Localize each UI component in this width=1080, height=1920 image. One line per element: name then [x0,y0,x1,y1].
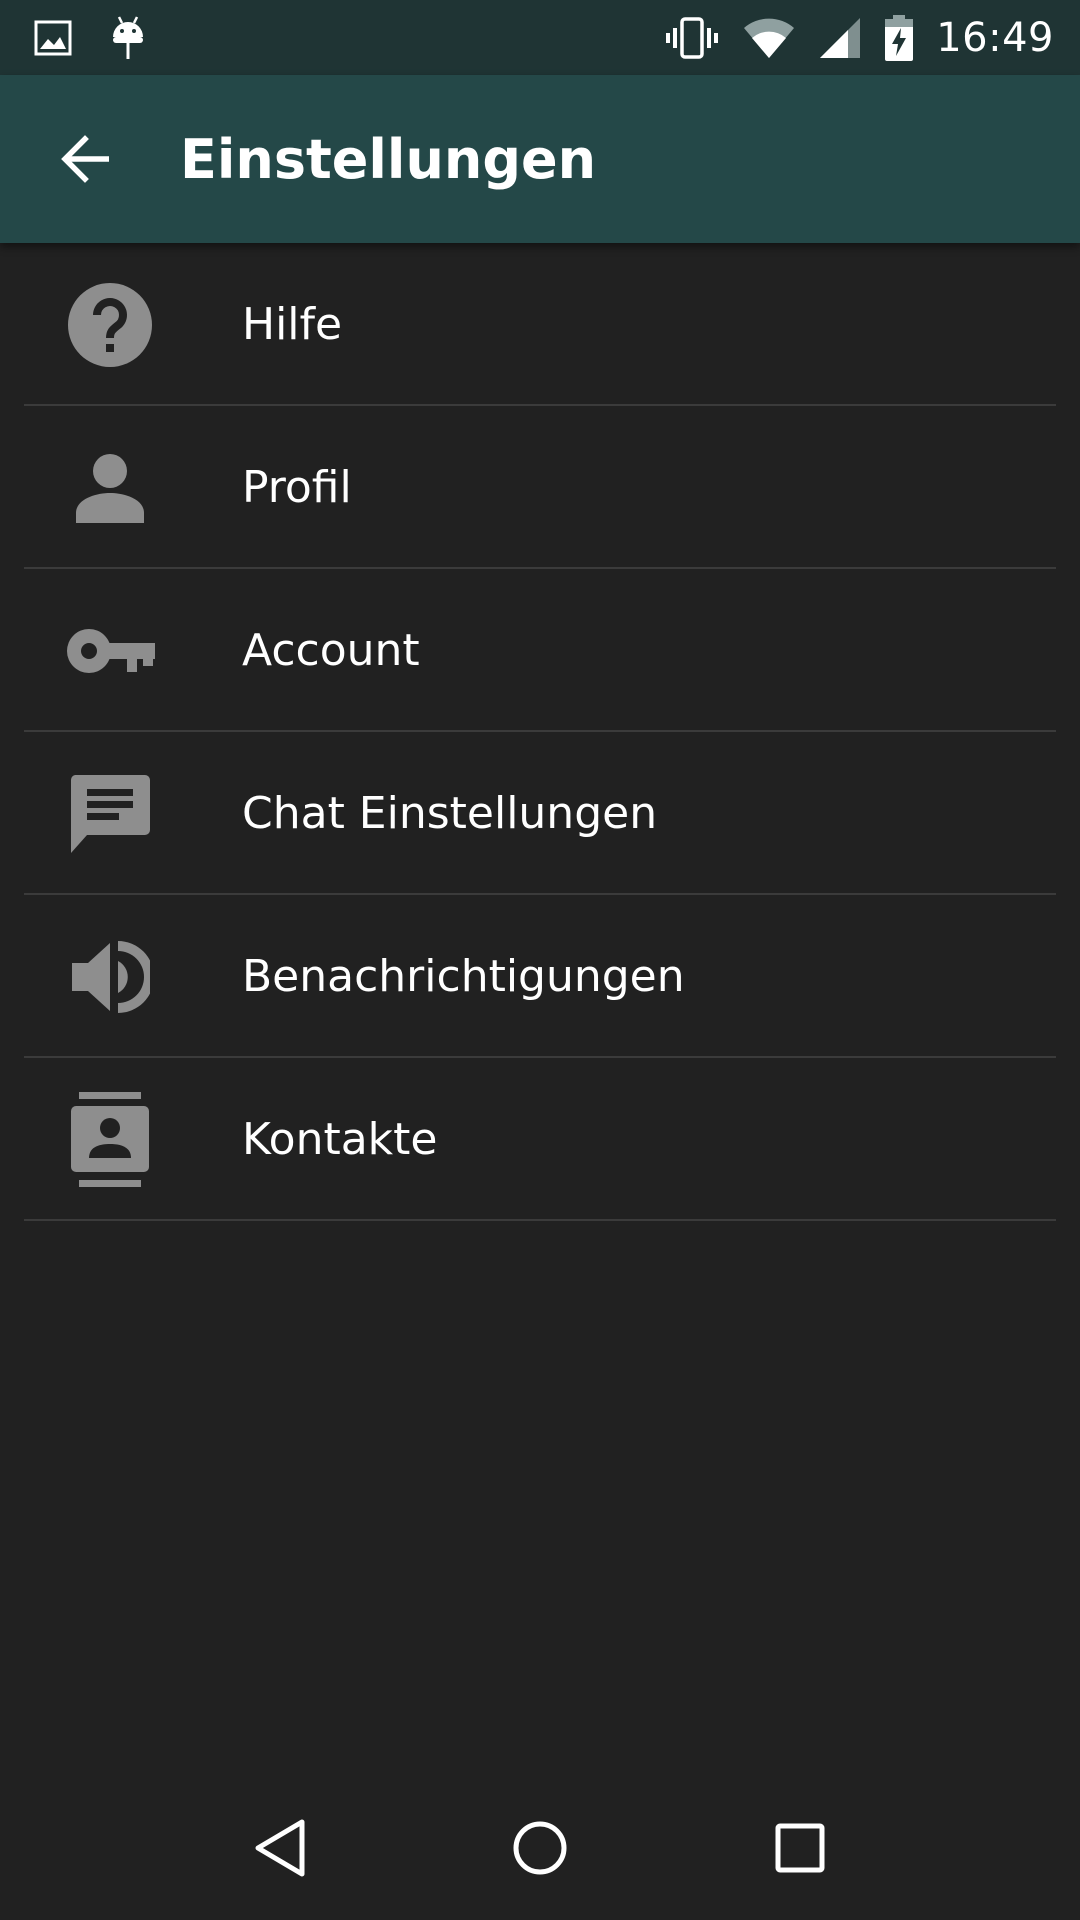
nav-back-icon [252,1818,308,1878]
settings-list: Hilfe Profil Account Chat Einstellungen … [0,243,1080,1221]
settings-item-label: Account [242,625,420,676]
status-bar: 16:49 [0,0,1080,75]
settings-item-benachrichtigungen[interactable]: Benachrichtigungen [0,895,1080,1058]
battery-charging-icon [884,14,914,62]
status-right: 16:49 [642,14,1054,62]
settings-screen: 16:49 Einstellungen Hilfe Profil Account… [0,0,1080,1920]
settings-item-profil[interactable]: Profil [0,406,1080,569]
image-icon [34,19,72,57]
status-left [34,15,146,61]
wifi-icon [742,16,796,60]
help-icon [60,275,160,375]
arrow-back-icon [59,135,111,183]
settings-item-hilfe[interactable]: Hilfe [0,243,1080,406]
nav-recents-button[interactable] [740,1788,860,1908]
divider [24,1219,1056,1221]
settings-item-account[interactable]: Account [0,569,1080,732]
chat-icon [60,764,160,864]
volume-icon [60,927,160,1027]
page-title: Einstellungen [180,127,597,191]
key-icon [60,601,160,701]
settings-item-label: Chat Einstellungen [242,788,658,839]
settings-item-label: Kontakte [242,1114,438,1165]
nav-home-icon [512,1820,568,1876]
back-button[interactable] [30,104,140,214]
nav-back-button[interactable] [220,1788,340,1908]
person-icon [60,438,160,538]
settings-item-label: Benachrichtigungen [242,951,685,1002]
vibrate-icon [664,16,720,60]
signal-icon [818,16,862,60]
settings-item-label: Profil [242,462,352,513]
app-bar: Einstellungen [0,75,1080,243]
settings-item-chat-einstellungen[interactable]: Chat Einstellungen [0,732,1080,895]
android-icon [110,15,146,61]
status-time: 16:49 [936,14,1054,61]
settings-item-kontakte[interactable]: Kontakte [0,1058,1080,1221]
nav-recents-icon [775,1823,825,1873]
nav-home-button[interactable] [480,1788,600,1908]
settings-item-label: Hilfe [242,299,343,350]
navigation-bar [0,1776,1080,1920]
contacts-icon [60,1090,160,1190]
